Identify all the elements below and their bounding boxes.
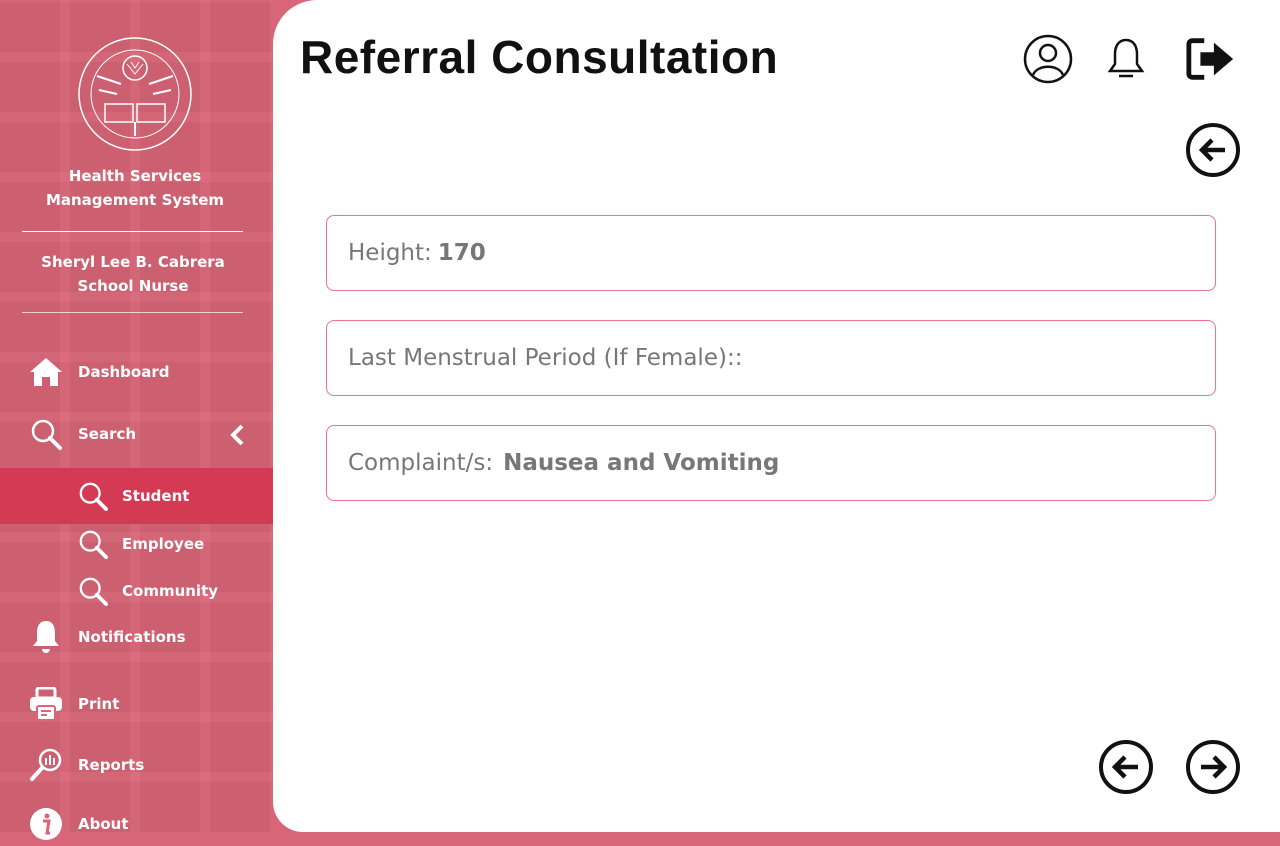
sidebar-item-notifications[interactable]: Notifications <box>0 615 273 659</box>
sidebar-item-label: Search <box>78 425 137 443</box>
logout-button[interactable] <box>1185 33 1237 85</box>
reports-icon <box>28 747 64 783</box>
divider <box>22 312 243 313</box>
sidebar-item-reports[interactable]: Reports <box>0 743 273 787</box>
bell-icon <box>28 619 64 655</box>
field-value: 170 <box>437 240 486 266</box>
field-label: Height: <box>348 240 432 266</box>
bell-icon <box>1107 38 1145 78</box>
app-title-line1: Health Services <box>68 167 202 185</box>
logout-icon <box>1186 38 1234 80</box>
sidebar-item-student[interactable]: Student <box>0 468 273 524</box>
sidebar-item-employee[interactable]: Employee <box>0 522 273 566</box>
field-label: Last Menstrual Period (If Female):: <box>348 345 743 371</box>
arrow-left-icon <box>1198 138 1225 162</box>
sidebar-item-about[interactable]: About <box>0 802 273 846</box>
home-icon <box>28 354 64 390</box>
app-title: Health Services Management System <box>0 164 270 212</box>
notifications-button[interactable] <box>1100 33 1152 85</box>
next-button[interactable] <box>1186 740 1240 794</box>
info-icon <box>28 806 64 842</box>
search-icon <box>76 478 110 514</box>
university-seal-logo <box>78 37 192 151</box>
last-menstrual-period-field: Last Menstrual Period (If Female):: <box>326 320 1216 396</box>
user-role: School Nurse <box>77 277 189 295</box>
chevron-left-icon[interactable] <box>229 424 245 446</box>
height-field: Height: 170 <box>326 215 1216 291</box>
field-label: Complaint/s: <box>348 450 494 476</box>
arrow-right-icon <box>1201 755 1228 779</box>
sidebar-item-search[interactable]: Search <box>0 412 273 456</box>
sidebar-item-label: Reports <box>78 756 145 774</box>
profile-button[interactable] <box>1022 33 1074 85</box>
sidebar-item-label: About <box>78 815 129 833</box>
search-icon <box>76 526 110 562</box>
sidebar-item-label: Notifications <box>78 628 186 646</box>
previous-button[interactable] <box>1099 740 1153 794</box>
user-circle-icon <box>1023 34 1073 84</box>
main-content: Referral Consultation Height: 170 Last Me… <box>273 0 1280 832</box>
search-icon <box>76 573 110 609</box>
field-value: Nausea and Vomiting <box>503 450 780 476</box>
user-name: Sheryl Lee B. Cabrera <box>41 253 225 271</box>
sidebar-item-print[interactable]: Print <box>0 682 273 726</box>
sidebar-item-label: Student <box>122 487 190 505</box>
arrow-left-icon <box>1111 755 1138 779</box>
divider <box>22 231 243 232</box>
page-title: Referral Consultation <box>300 31 779 83</box>
search-icon <box>28 416 64 452</box>
sidebar-item-label: Dashboard <box>78 363 170 381</box>
sidebar-item-label: Employee <box>122 535 205 553</box>
complaints-field: Complaint/s: Nausea and Vomiting <box>326 425 1216 501</box>
back-button[interactable] <box>1186 123 1240 177</box>
sidebar-item-label: Community <box>122 582 219 600</box>
sidebar-item-label: Print <box>78 695 120 713</box>
sidebar: Health Services Management System Sheryl… <box>0 0 273 840</box>
app-title-line2: Management System <box>45 191 225 209</box>
sidebar-item-community[interactable]: Community <box>0 569 273 613</box>
sidebar-item-dashboard[interactable]: Dashboard <box>0 350 273 394</box>
user-info: Sheryl Lee B. Cabrera School Nurse <box>0 250 266 298</box>
printer-icon <box>28 686 64 722</box>
